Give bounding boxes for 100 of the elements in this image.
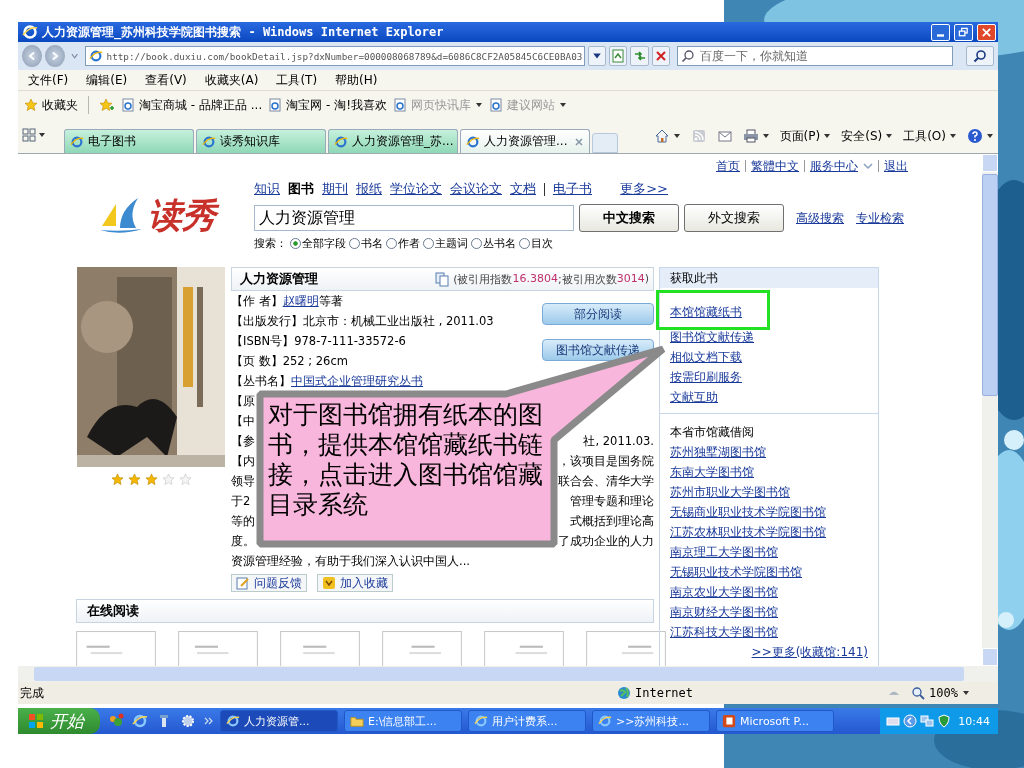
taskbar-button[interactable]: Microsoft P... — [716, 710, 834, 732]
page-thumbnail[interactable] — [586, 631, 666, 666]
home-button[interactable] — [653, 128, 681, 144]
category-tab[interactable]: 会议论文 — [450, 180, 502, 198]
query-field[interactable]: 人力资源管理 — [254, 205, 574, 231]
page-thumbnail[interactable] — [280, 631, 360, 666]
history-caret-icon[interactable] — [71, 52, 79, 60]
horizontal-scrollbar[interactable] — [18, 666, 998, 682]
menu-item[interactable]: 收藏夹(A) — [204, 71, 259, 89]
help-button[interactable] — [967, 128, 994, 144]
mail-button[interactable] — [716, 128, 733, 144]
ie-icon[interactable] — [132, 713, 148, 729]
page-thumbnail[interactable] — [178, 631, 258, 666]
library-link[interactable]: 南京农业大学图书馆 — [670, 582, 778, 602]
search-button[interactable] — [966, 46, 994, 66]
search-field[interactable]: 百度一下，你就知道 — [677, 46, 954, 66]
address-field[interactable]: http://book.duxiu.com/bookDetail.jsp?dxNumber=000008068789&d=6086C8CF2A05845C6CE0BA03 — [84, 46, 585, 66]
field-link[interactable]: 中国式企业管理研究丛书 — [291, 373, 423, 389]
favorites-button[interactable]: 收藏夹 — [24, 96, 78, 114]
vertical-scrollbar[interactable] — [982, 154, 998, 666]
browser-tab[interactable]: 读秀知识库 — [196, 129, 326, 153]
command-menu[interactable]: 工具(O) — [903, 127, 957, 145]
sidebar-link[interactable]: 相似文档下载 — [670, 347, 742, 367]
favorite-button[interactable]: 加入收藏 — [317, 574, 393, 592]
menu-item[interactable]: 编辑(E) — [86, 71, 128, 89]
taskbar-button[interactable]: >>苏州科技... — [592, 710, 710, 732]
command-menu[interactable]: 安全(S) — [841, 127, 894, 145]
menu-item[interactable]: 帮助(H) — [335, 71, 378, 89]
copy-icon[interactable] — [434, 271, 451, 287]
top-link[interactable]: 繁體中文 — [751, 157, 799, 175]
favorite-link[interactable]: 淘宝商城 - 品牌正品 ... — [121, 96, 263, 114]
category-tab[interactable]: 电子书 — [553, 180, 592, 198]
category-tab[interactable]: 知识 — [254, 180, 280, 198]
menu-item[interactable]: 查看(V) — [145, 71, 187, 89]
network-icon[interactable] — [920, 714, 935, 728]
caret-icon[interactable] — [863, 161, 873, 171]
messenger-icon[interactable] — [108, 713, 124, 729]
scope-radio[interactable]: 丛书名 — [471, 236, 516, 251]
browser-tab[interactable]: 人力资源管理... — [460, 129, 590, 153]
minimize-button[interactable] — [931, 23, 950, 41]
page-thumbnail[interactable] — [484, 631, 564, 666]
start-button[interactable]: 开始 — [18, 708, 100, 734]
forward-button[interactable] — [45, 45, 66, 67]
page-thumbnail[interactable] — [76, 631, 156, 666]
category-tab[interactable]: 图书 — [288, 180, 314, 198]
scope-radio[interactable]: 书名 — [349, 236, 383, 251]
address-dropdown-button[interactable] — [587, 46, 606, 66]
favorite-link[interactable]: 淘宝网 - 淘!我喜欢 — [268, 96, 387, 114]
category-tab[interactable]: 期刊 — [322, 180, 348, 198]
more-link[interactable]: 更多>> — [620, 180, 668, 198]
category-tab[interactable]: 学位论文 — [390, 180, 442, 198]
browser-tab[interactable]: 电子图书 — [64, 129, 194, 153]
top-link[interactable]: 服务中心 — [810, 157, 858, 175]
library-link[interactable]: 南京理工大学图书馆 — [670, 542, 778, 562]
library-link[interactable]: 江苏科技大学图书馆 — [670, 622, 778, 642]
print-button[interactable] — [742, 128, 770, 144]
library-link[interactable]: 南京财经大学图书馆 — [670, 602, 778, 622]
sidebar-link[interactable]: 图书馆文献传递 — [670, 327, 754, 347]
scope-radio[interactable]: 目次 — [519, 236, 553, 251]
top-link[interactable]: 首页 — [716, 157, 740, 175]
close-button[interactable] — [977, 23, 996, 41]
library-link[interactable]: 江苏农林职业技术学院图书馆 — [670, 522, 826, 542]
sidebar-link[interactable]: 本馆馆藏纸书 — [670, 302, 742, 322]
library-link[interactable]: 苏州独墅湖图书馆 — [670, 442, 766, 462]
top-link[interactable]: 退出 — [884, 157, 908, 175]
menu-item[interactable]: 工具(T) — [276, 71, 318, 89]
category-tab[interactable]: 报纸 — [356, 180, 382, 198]
feeds-button[interactable] — [690, 128, 707, 144]
sidebar-link[interactable]: 文献互助 — [670, 387, 718, 407]
library-link[interactable]: 东南大学图书馆 — [670, 462, 754, 482]
menu-item[interactable]: 文件(F) — [28, 71, 69, 89]
zoom-button[interactable]: 100% — [911, 686, 970, 700]
search-link[interactable]: 高级搜索 — [796, 209, 844, 227]
search-button[interactable]: 中文搜索 — [579, 204, 679, 232]
gear-icon[interactable] — [180, 713, 196, 729]
page-thumbnail[interactable] — [382, 631, 462, 666]
stop-button[interactable] — [651, 46, 671, 66]
scope-radio[interactable]: 全部字段 — [290, 236, 346, 251]
back-button[interactable] — [22, 45, 43, 67]
refresh-button[interactable] — [630, 46, 649, 66]
browser-tab[interactable]: 人力资源管理_苏... — [328, 129, 458, 153]
more-link[interactable]: >>更多(收藏馆:141) — [751, 642, 868, 662]
keyboard-icon[interactable] — [886, 714, 901, 728]
taskbar-button[interactable]: 用户计费系... — [468, 710, 586, 732]
close-icon[interactable] — [574, 136, 584, 147]
search-button[interactable]: 外文搜索 — [684, 204, 784, 232]
scope-radio[interactable]: 主题词 — [423, 236, 468, 251]
chevron-icon[interactable] — [204, 716, 214, 726]
shield-icon[interactable] — [937, 714, 952, 728]
action-button[interactable]: 部分阅读 — [542, 303, 654, 325]
taskbar-button[interactable]: 人力资源管... — [220, 710, 338, 732]
library-link[interactable]: 无锡商业职业技术学院图书馆 — [670, 502, 826, 522]
feedback-button[interactable]: 问题反馈 — [231, 574, 307, 592]
library-link[interactable]: 无锡职业技术学院图书馆 — [670, 562, 802, 582]
taskbar-button[interactable]: E:\信息部工... — [344, 710, 462, 732]
search-link[interactable]: 专业检索 — [856, 209, 904, 227]
restore-button[interactable] — [954, 23, 973, 41]
category-tab[interactable]: 文档 — [510, 180, 536, 198]
command-menu[interactable]: 页面(P) — [779, 127, 832, 145]
sidebar-link[interactable]: 按需印刷服务 — [670, 367, 742, 387]
